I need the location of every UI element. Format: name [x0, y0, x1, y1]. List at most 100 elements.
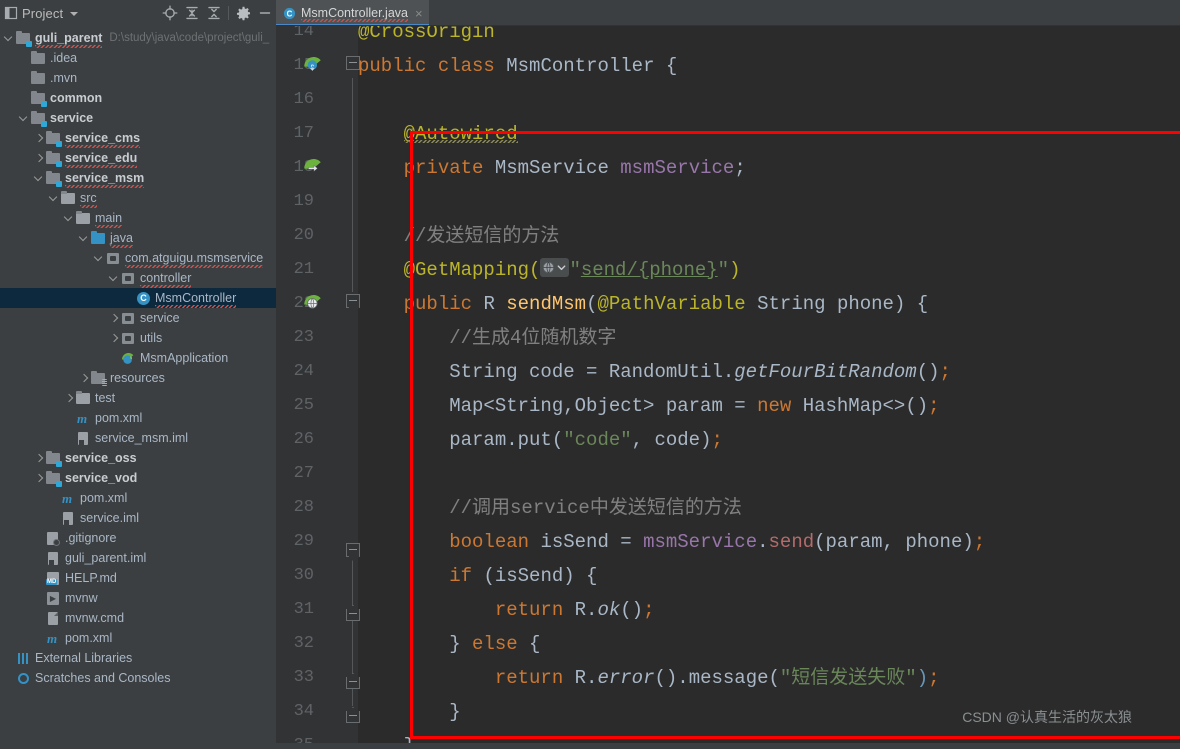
chevron-down-icon[interactable] — [48, 192, 60, 204]
gutter-line-25[interactable]: 25 — [276, 389, 358, 423]
tree-item-service-msm[interactable]: service_msm — [0, 168, 276, 188]
chevron-down-icon[interactable] — [33, 172, 45, 184]
code-line-18[interactable]: private MsmService msmService; — [358, 151, 746, 185]
tree-item-mvnw-cmd[interactable]: mvnw.cmd — [0, 608, 276, 628]
tree-item-main[interactable]: main — [0, 208, 276, 228]
tree-item-guli-parent-iml[interactable]: guli_parent.iml — [0, 548, 276, 568]
gutter-line-26[interactable]: 26 — [276, 423, 358, 457]
tree-item-guli-parent[interactable]: guli_parent D:\study\java\code\project\gu… — [0, 28, 276, 48]
tree-item-service-vod[interactable]: service_vod — [0, 468, 276, 488]
gutter-line-16[interactable]: 16 — [276, 83, 358, 117]
tree-item-pom-xml[interactable]: m pom.xml — [0, 628, 276, 648]
gutter-line-30[interactable]: 30 — [276, 559, 358, 593]
tree-item-service-iml[interactable]: service.iml — [0, 508, 276, 528]
tree-item-msmcontroller[interactable]: C MsmController — [0, 288, 276, 308]
expand-all-icon[interactable] — [181, 2, 203, 24]
spring-bean-icon[interactable]: e — [303, 56, 323, 76]
tree-item-test[interactable]: test — [0, 388, 276, 408]
editor-gutter[interactable]: 14 15 e 16 17 18 19 20 21 22 23 24 25 26 27 28 29 30 31 32 3… — [276, 26, 358, 749]
code-line-30[interactable]: if (isSend) { — [358, 559, 597, 593]
chevron-right-icon[interactable] — [79, 373, 90, 384]
gutter-line-18[interactable]: 18 — [276, 151, 358, 185]
chevron-right-icon[interactable] — [34, 133, 45, 144]
code-line-17[interactable]: @Autowired — [358, 117, 518, 151]
chevron-right-icon[interactable] — [64, 393, 75, 404]
tree-item-controller[interactable]: controller — [0, 268, 276, 288]
tree-item-mvnw[interactable]: ▶ mvnw — [0, 588, 276, 608]
tree-item-service[interactable]: service — [0, 108, 276, 128]
code-line-26[interactable]: param.put("code", code); — [358, 423, 723, 457]
tree-item-service-oss[interactable]: service_oss — [0, 448, 276, 468]
gutter-line-32[interactable]: 32 — [276, 627, 358, 661]
tree-item-scratches-and-consoles[interactable]: Scratches and Consoles — [0, 668, 276, 688]
gutter-line-17[interactable]: 17 — [276, 117, 358, 151]
code-line-25[interactable]: Map<String,Object> param = new HashMap<>… — [358, 389, 939, 423]
module-folder-icon — [46, 450, 62, 467]
tree-item-external-libraries[interactable]: External Libraries — [0, 648, 276, 668]
collapse-all-icon[interactable] — [203, 2, 225, 24]
close-icon[interactable]: × — [415, 7, 423, 20]
gear-icon[interactable] — [232, 2, 254, 24]
code-line-24[interactable]: String code = RandomUtil.getFourBitRando… — [358, 355, 951, 389]
gutter-line-19[interactable]: 19 — [276, 185, 358, 219]
tree-item-msmapplication[interactable]: MsmApplication — [0, 348, 276, 368]
chevron-down-icon[interactable] — [93, 252, 105, 264]
chevron-down-icon[interactable] — [108, 272, 120, 284]
chevron-down-icon[interactable] — [3, 32, 15, 44]
tree-item-label: .mvn — [50, 71, 78, 85]
spring-autowired-icon[interactable] — [303, 158, 323, 178]
gutter-line-28[interactable]: 28 — [276, 491, 358, 525]
chevron-right-icon[interactable] — [34, 453, 45, 464]
gutter-line-23[interactable]: 23 — [276, 321, 358, 355]
tree-item-gitignore[interactable]: .gitignore — [0, 528, 276, 548]
tree-item-pom-xml[interactable]: m pom.xml — [0, 408, 276, 428]
tree-item-com-atguigu-msmservice[interactable]: com.atguigu.msmservice — [0, 248, 276, 268]
tree-item-src[interactable]: src — [0, 188, 276, 208]
tree-item-idea[interactable]: .idea — [0, 48, 276, 68]
tree-item-utils[interactable]: utils — [0, 328, 276, 348]
gutter-line-20[interactable]: 20 — [276, 219, 358, 253]
chevron-right-icon[interactable] — [109, 313, 120, 324]
tree-item-mvn[interactable]: .mvn — [0, 68, 276, 88]
code-line-29[interactable]: boolean isSend = msmService.send(param, … — [358, 525, 985, 559]
minimize-icon[interactable] — [254, 2, 276, 24]
code-line-20[interactable]: //发送短信的方法 — [358, 219, 560, 253]
code-line-31[interactable]: return R.ok(); — [358, 593, 655, 627]
chevron-right-icon[interactable] — [34, 153, 45, 164]
code-editor[interactable]: 14 15 e 16 17 18 19 20 21 22 23 24 25 26 27 28 29 30 31 32 3… — [276, 26, 1180, 749]
tree-item-service-edu[interactable]: service_edu — [0, 148, 276, 168]
chevron-down-icon[interactable] — [18, 112, 30, 124]
gutter-line-21[interactable]: 21 — [276, 253, 358, 287]
editor-tab-msmcontroller[interactable]: C MsmController.java × — [276, 0, 429, 26]
chevron-down-icon[interactable] — [78, 232, 90, 244]
tree-item-service[interactable]: service — [0, 308, 276, 328]
chevron-down-icon[interactable] — [63, 212, 75, 224]
spring-mapping-icon[interactable] — [303, 294, 323, 314]
gutter-line-24[interactable]: 24 — [276, 355, 358, 389]
tree-item-help-md[interactable]: MD HELP.md — [0, 568, 276, 588]
tree-item-resources[interactable]: resources — [0, 368, 276, 388]
tree-item-common[interactable]: common — [0, 88, 276, 108]
tree-item-pom-xml[interactable]: m pom.xml — [0, 488, 276, 508]
tree-item-java[interactable]: java — [0, 228, 276, 248]
chevron-down-icon[interactable] — [70, 12, 79, 16]
tree-item-service-cms[interactable]: service_cms — [0, 128, 276, 148]
chevron-right-icon[interactable] — [109, 333, 120, 344]
locate-icon[interactable] — [159, 2, 181, 24]
gutter-line-14[interactable]: 14 — [276, 26, 358, 49]
project-tree[interactable]: guli_parent D:\study\java\code\project\gu… — [0, 26, 276, 749]
code-line-32[interactable]: } else { — [358, 627, 540, 661]
code-line-34[interactable]: } — [358, 695, 460, 729]
code-line-14[interactable]: @CrossOrigin — [358, 26, 495, 49]
tree-item-service-msm-iml[interactable]: service_msm.iml — [0, 428, 276, 448]
code-line-33[interactable]: return R.error().message("短信发送失败"); — [358, 661, 940, 695]
chevron-right-icon[interactable] — [34, 473, 45, 484]
code-line-23[interactable]: //生成4位随机数字 — [358, 321, 616, 355]
gutter-line-27[interactable]: 27 — [276, 457, 358, 491]
code-line-28[interactable]: //调用service中发送短信的方法 — [358, 491, 742, 525]
web-url-hint[interactable] — [540, 258, 570, 278]
code-line-15[interactable]: public class MsmController { — [358, 49, 677, 83]
code-text[interactable]: @CrossOrigin public class MsmController {… — [358, 26, 1180, 749]
code-line-22[interactable]: public R sendMsm(@PathVariable String ph… — [358, 287, 929, 321]
code-line-21[interactable]: @GetMapping("send/{phone}") — [358, 253, 740, 287]
